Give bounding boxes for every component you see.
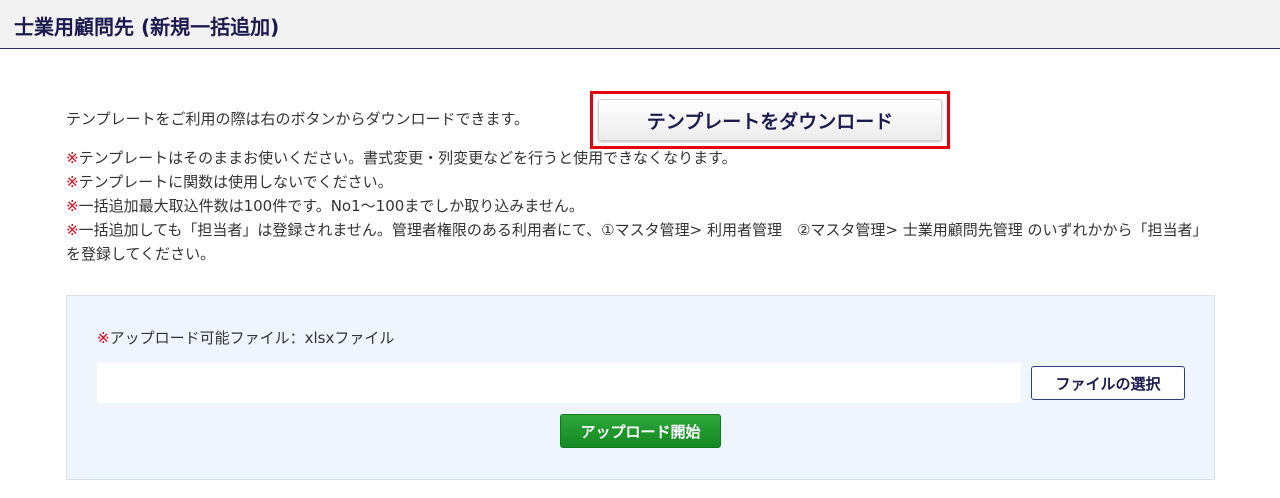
note-item: ※一括追加最大取込件数は100件です。No1～100までしか取り込みません。 xyxy=(66,194,1216,218)
note-mark: ※ xyxy=(66,197,79,215)
page-header: 士業用顧問先 (新規一括追加) xyxy=(0,0,1280,49)
intro-text: テンプレートをご利用の際は右のボタンからダウンロードできます。 xyxy=(66,110,530,128)
upload-file-type-label: ※アップロード可能ファイル：xlsxファイル xyxy=(97,327,394,348)
note-mark: ※ xyxy=(66,149,79,167)
page-title: 士業用顧問先 (新規一括追加) xyxy=(14,15,280,39)
note-text: 一括追加最大取込件数は100件です。No1～100までしか取り込みません。 xyxy=(78,197,584,215)
note-item: ※テンプレートに関数は使用しないでください。 xyxy=(66,170,1216,194)
notes-list: ※テンプレートはそのままお使いください。書式変更・列変更などを行うと使用できなく… xyxy=(66,146,1216,266)
note-text: 一括追加しても「担当者」は登録されません。管理者権限のある利用者にて、①マスタ管… xyxy=(66,221,1208,263)
note-mark: ※ xyxy=(66,221,79,239)
upload-label-text: アップロード可能ファイル：xlsxファイル xyxy=(109,329,395,347)
file-select-button[interactable]: ファイルの選択 xyxy=(1031,366,1185,400)
note-mark: ※ xyxy=(66,173,79,191)
file-path-field[interactable] xyxy=(97,363,1021,403)
upload-panel: ※アップロード可能ファイル：xlsxファイル ファイルの選択 アップロード開始 xyxy=(66,295,1215,480)
template-download-highlight: テンプレートをダウンロード xyxy=(590,91,950,149)
upload-start-button[interactable]: アップロード開始 xyxy=(560,414,721,448)
template-download-button[interactable]: テンプレートをダウンロード xyxy=(598,99,942,141)
note-text: テンプレートに関数は使用しないでください。 xyxy=(78,173,393,191)
upload-label-mark: ※ xyxy=(97,329,110,347)
note-text: テンプレートはそのままお使いください。書式変更・列変更などを行うと使用できなくな… xyxy=(78,149,737,167)
note-item: ※一括追加しても「担当者」は登録されません。管理者権限のある利用者にて、①マスタ… xyxy=(66,218,1216,266)
note-item: ※テンプレートはそのままお使いください。書式変更・列変更などを行うと使用できなく… xyxy=(66,146,1216,170)
